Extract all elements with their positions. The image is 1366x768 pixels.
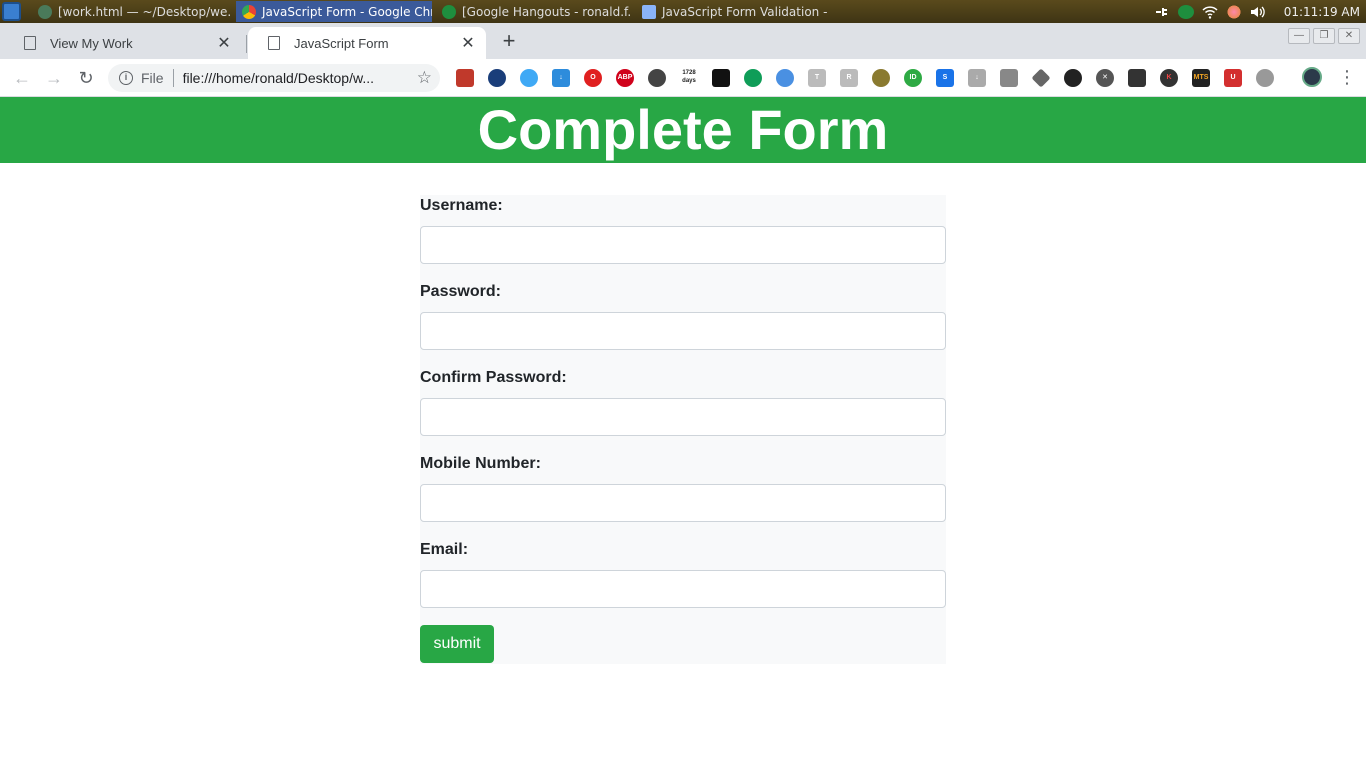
hangouts-tray-icon[interactable] [1177,4,1194,19]
browser-toolbar: ← → ↻ i File file:///home/ronald/Desktop… [0,59,1366,97]
password-input[interactable] [420,312,946,350]
days-counter-ext-icon[interactable]: 1728 days [680,69,698,87]
tab-javascript-form[interactable]: JavaScript Form ✕ [248,27,486,59]
id-ext-icon[interactable]: ID [904,69,922,87]
opera-ext-icon[interactable]: O [584,69,602,87]
tab-title: View My Work [50,35,133,51]
cloud-ext-icon[interactable] [488,69,506,87]
steering-ext-icon[interactable] [648,69,666,87]
hex-ext-icon[interactable] [1064,69,1082,87]
circle-ext-icon[interactable] [1256,69,1274,87]
ublock-ext-icon[interactable]: U [1224,69,1242,87]
layers-ext-icon[interactable] [1031,68,1051,88]
system-taskbar: [work.html — ~/Desktop/we... JavaScript … [0,0,1366,23]
taskbar-task-label: [Google Hangouts - ronald.f... [462,4,632,19]
window-controls: — ❐ ✕ [1288,28,1360,44]
start-menu-icon[interactable] [2,2,21,21]
bookmark-ext-icon[interactable] [456,69,474,87]
download-ext-icon[interactable]: ↓ [552,69,570,87]
dots-ext-icon[interactable] [712,69,730,87]
text-t-ext-icon[interactable]: T [808,69,826,87]
page-title: Complete Form [0,97,1366,163]
omnibox-divider [172,69,174,87]
taskbar-task-label: JavaScript Form - Google Chr... [262,4,432,19]
close-tab-icon[interactable]: ✕ [216,33,232,53]
mobile-number-label: Mobile Number: [420,455,541,472]
forward-arrow-icon[interactable]: → [42,66,66,90]
address-bar[interactable]: i File file:///home/ronald/Desktop/w... … [108,64,440,92]
text-r-ext-icon[interactable]: R [840,69,858,87]
system-tray: 01:11:19 AM [1154,0,1366,23]
taskbar-task-label: [work.html — ~/Desktop/we... [58,4,232,19]
shield-ext-icon[interactable] [872,69,890,87]
chrome-icon [242,4,256,19]
atom-icon [38,4,52,19]
profile-avatar[interactable] [1302,67,1322,87]
cross-ext-icon[interactable]: ✕ [1096,69,1114,87]
power-plug-icon[interactable] [1154,5,1170,19]
chrome-menu-icon[interactable]: ⋮ [1338,67,1356,87]
taskbar-task-files[interactable]: JavaScript Form Validation - ... [636,1,832,22]
tab-divider [246,35,247,53]
confirm-password-input[interactable] [420,398,946,436]
username-input[interactable] [420,226,946,264]
page-icon [24,36,36,50]
restore-window-button[interactable]: ❐ [1313,28,1335,44]
notification-tray-icon[interactable] [1225,4,1242,19]
s-ext-icon[interactable]: S [936,69,954,87]
password-label: Password: [420,283,501,300]
page-viewport: Complete Form Username: Password: Confir… [0,97,1366,768]
taskbar-task-label: JavaScript Form Validation - ... [662,4,832,19]
email-label: Email: [420,541,469,558]
mobile-number-input[interactable] [420,484,946,522]
arrow-down-ext-icon[interactable]: ↓ [968,69,986,87]
hangouts-icon [442,4,456,19]
url-scheme-label: File [141,70,164,86]
taskbar-task-editor[interactable]: [work.html — ~/Desktop/we... [32,1,232,22]
page-icon [268,36,280,50]
k-ext-icon[interactable]: K [1160,69,1178,87]
registration-form: Username: Password: Confirm Password: Mo… [420,195,946,664]
browser-tab-strip: View My Work ✕ JavaScript Form ✕ [0,23,1366,59]
tab-view-my-work[interactable]: View My Work ✕ [4,27,242,59]
folder-icon [642,4,656,19]
pulse-ext-icon[interactable] [776,69,794,87]
adblock-ext-icon[interactable]: ABP [616,69,634,87]
taskbar-task-hangouts[interactable]: [Google Hangouts - ronald.f... [436,1,632,22]
eyedropper-ext-icon[interactable] [1128,69,1146,87]
wifi-icon[interactable] [1202,5,1218,19]
back-arrow-icon[interactable]: ← [10,66,34,90]
bookmark-star-icon[interactable]: ☆ [417,68,432,88]
hangouts-ext-icon[interactable] [744,69,762,87]
extensions-bar: ↓ O ABP 1728 days T R ID S ↓ ✕ K MTS U [456,68,1274,88]
reload-icon[interactable]: ↻ [74,66,98,90]
sync-ext-icon[interactable] [520,69,538,87]
new-tab-button[interactable]: + [498,30,520,52]
close-window-button[interactable]: ✕ [1338,28,1360,44]
volume-icon[interactable] [1250,5,1266,19]
camera-ext-icon[interactable] [1000,69,1018,87]
mts-ext-icon[interactable]: MTS [1192,69,1210,87]
confirm-password-label: Confirm Password: [420,369,567,386]
system-clock[interactable]: 01:11:19 AM [1284,5,1360,19]
tab-title: JavaScript Form [294,35,389,51]
email-input[interactable] [420,570,946,608]
url-text[interactable]: file:///home/ronald/Desktop/w... [183,70,399,86]
taskbar-task-chrome[interactable]: JavaScript Form - Google Chr... [236,1,432,22]
minimize-window-button[interactable]: — [1288,28,1310,44]
close-tab-icon[interactable]: ✕ [460,33,476,53]
username-label: Username: [420,197,503,214]
info-icon[interactable]: i [119,71,133,85]
submit-button[interactable]: submit [420,625,494,663]
